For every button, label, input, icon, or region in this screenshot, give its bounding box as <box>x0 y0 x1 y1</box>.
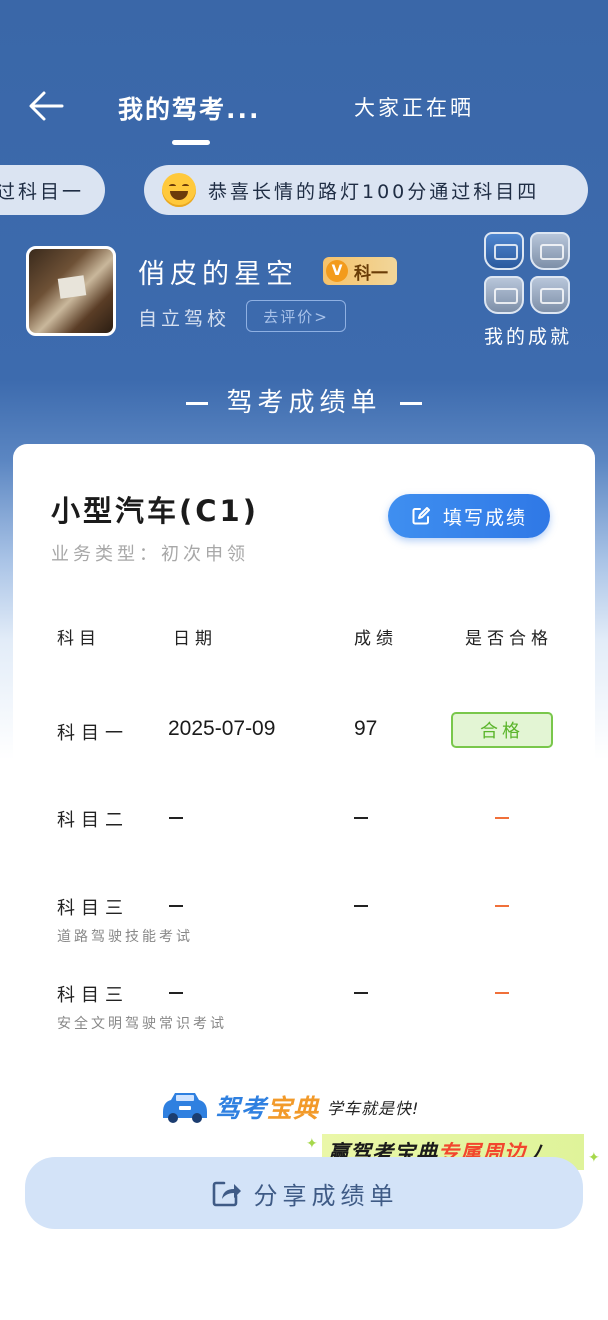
ticker-text: 恭喜长情的路灯100分通过科目四 <box>208 180 540 203</box>
title-dash-right <box>399 402 422 405</box>
medal-icon <box>530 232 570 270</box>
row-subtitle: 安全文明驾驶常识考试 <box>57 1016 227 1032</box>
driving-school-name: 自立驾校 <box>138 308 231 330</box>
row-score-empty <box>354 817 368 819</box>
tab-my-exam[interactable]: 我的驾考... <box>118 90 261 126</box>
column-header-subject: 科目 <box>57 629 101 649</box>
achievement-medals[interactable] <box>482 230 578 320</box>
tab-active-indicator <box>172 140 210 145</box>
app-logo: 驾考宝典 学车就是快! <box>159 1084 419 1130</box>
row-date-empty <box>169 905 183 907</box>
share-scores-button[interactable]: 分享成绩单 <box>25 1157 583 1229</box>
car-type-title: 小型汽车(C1) <box>51 494 259 528</box>
share-icon <box>212 1181 241 1207</box>
row-date-empty <box>169 817 183 819</box>
row-subject: 科目一 <box>57 723 129 744</box>
sparkle-icon: ✦ <box>588 1150 600 1166</box>
title-dash-left <box>186 402 209 405</box>
vip-icon: V <box>326 260 348 282</box>
row-subject: 科目三 <box>57 985 129 1006</box>
pass-badge: 合格 <box>451 712 553 748</box>
car-logo-icon <box>163 1093 207 1123</box>
row-date-empty <box>169 992 183 994</box>
app-slogan: 学车就是快! <box>327 1099 420 1118</box>
level-badge: V 科一 <box>323 257 397 285</box>
ticker-item: 恭喜长情的路灯100分通过科目四 <box>144 165 588 215</box>
tab-everyone-sharing[interactable]: 大家正在晒 <box>354 92 474 122</box>
avatar[interactable] <box>26 246 116 336</box>
business-type: 业务类型：初次申领 <box>51 544 249 565</box>
sparkle-icon: ✦ <box>306 1136 318 1152</box>
row-pass-empty <box>495 905 509 907</box>
row-subject: 科目二 <box>57 810 129 831</box>
column-header-score: 成绩 <box>354 629 398 649</box>
medal-icon <box>484 232 524 270</box>
row-pass-empty <box>495 992 509 994</box>
row-subject: 科目三 <box>57 898 129 919</box>
achievements-label[interactable]: 我的成就 <box>484 322 572 349</box>
column-header-pass: 是否合格 <box>465 629 553 649</box>
username: 俏皮的星空 <box>138 259 298 290</box>
row-date: 2025-07-09 <box>168 717 276 740</box>
fill-score-label: 填写成绩 <box>442 506 527 529</box>
level-label: 科一 <box>354 263 388 284</box>
fill-score-button[interactable]: 填写成绩 <box>388 494 550 538</box>
back-arrow-icon[interactable] <box>26 88 66 124</box>
medal-icon <box>530 276 570 314</box>
grin-emoji-icon <box>162 173 196 207</box>
header: 我的驾考... 大家正在晒 <box>0 70 608 150</box>
row-subtitle: 道路驾驶技能考试 <box>57 929 193 945</box>
column-header-date: 日期 <box>173 629 217 649</box>
section-title-text: 驾考成绩单 <box>226 388 382 418</box>
row-pass-empty <box>495 817 509 819</box>
section-title: 驾考成绩单 <box>0 382 608 419</box>
share-label: 分享成绩单 <box>253 1181 399 1210</box>
ticker-text: 过科目一 <box>0 180 85 203</box>
app-logo-text: 驾考宝典 <box>215 1094 320 1123</box>
edit-icon <box>412 507 430 525</box>
row-score: 97 <box>354 717 378 740</box>
score-card: 小型汽车(C1) 业务类型：初次申领 填写成绩 科目 日期 成绩 是否合格 科目… <box>13 444 595 1144</box>
row-score-empty <box>354 905 368 907</box>
rate-school-button[interactable]: 去评价> <box>246 300 346 332</box>
row-score-empty <box>354 992 368 994</box>
medal-icon <box>484 276 524 314</box>
ticker-item: 过科目一 <box>0 165 105 215</box>
